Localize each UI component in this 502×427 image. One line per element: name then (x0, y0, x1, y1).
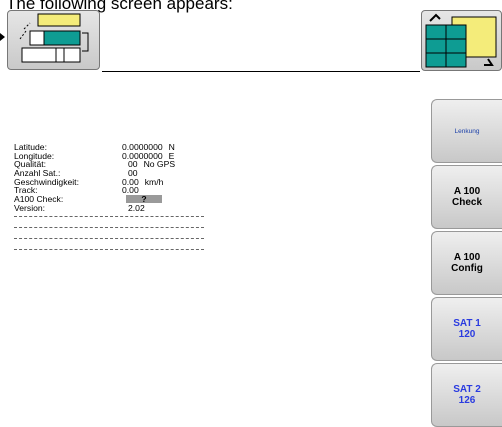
sidebar-item-label: A 100 Config (451, 252, 483, 274)
sidebar-item-label: Lenkung (454, 127, 480, 135)
header-divider (102, 71, 420, 72)
sidebar-item-label: SAT 1 120 (453, 318, 481, 340)
a100-check-status: ? (126, 195, 162, 203)
info-row-speed: Geschwindigkeit: 0.00 km/h (14, 178, 175, 187)
sidebar-item-a100-check[interactable]: A 100 Check (431, 165, 502, 229)
field-view-button[interactable] (421, 10, 502, 71)
machine-layout-icon (19, 13, 89, 63)
main-menu-button[interactable] (7, 10, 100, 70)
separator-line (14, 216, 204, 217)
sidebar-item-label: SAT 2 126 (453, 384, 481, 406)
sidebar-item-sat2[interactable]: SAT 2 126 (431, 363, 502, 427)
info-value: 0.00 (122, 185, 139, 196)
arrow-indicator-icon (0, 33, 5, 41)
info-label: Version: (14, 202, 46, 213)
separator-line (14, 238, 204, 239)
info-unit: No GPS (143, 159, 176, 170)
info-row-version: Version: 2.02 (14, 204, 175, 213)
sidebar-item-a100-config[interactable]: A 100 Config (431, 231, 502, 295)
sidebar-item-lenkung[interactable]: Lenkung (431, 99, 502, 163)
info-value: 2.02 (128, 202, 145, 213)
info-unit: km/h (144, 176, 164, 187)
separator-line (14, 227, 204, 228)
sidebar-item-label: A 100 Check (451, 186, 482, 208)
field-layout-icon (425, 13, 497, 68)
gps-info-panel: Latitude: 0.0000000 N Longitude: 0.000000… (14, 143, 175, 213)
separator-line (14, 249, 204, 250)
sidebar-item-sat1[interactable]: SAT 1 120 (431, 297, 502, 361)
